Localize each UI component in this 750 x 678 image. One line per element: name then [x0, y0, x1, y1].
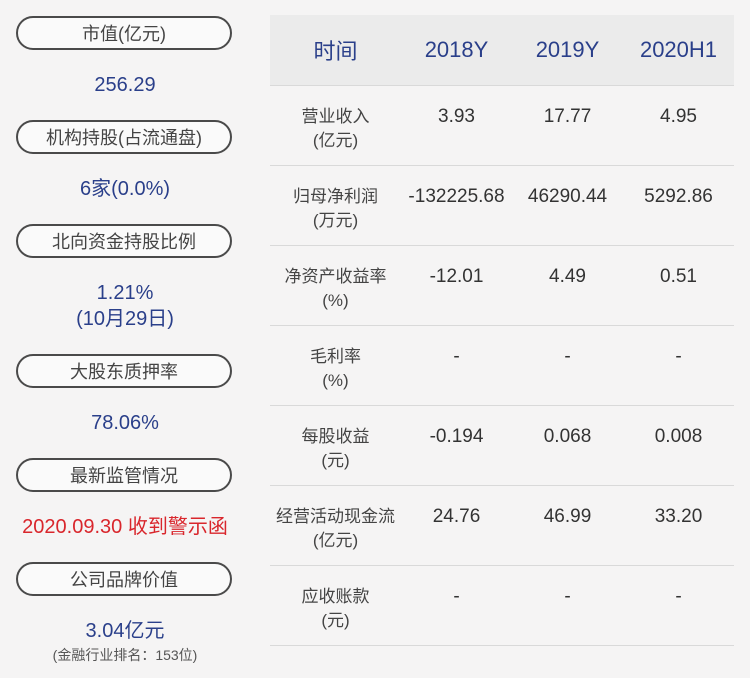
cell-2020h1: 5292.86 [644, 186, 713, 207]
row-label: 净资产收益率 (%) [284, 267, 387, 310]
cell-2019: - [564, 346, 571, 367]
brand-value-label: 公司品牌价值 [16, 562, 232, 596]
cell-2020h1: - [675, 586, 682, 607]
table-row: 归母净利润 (万元) -132225.68 46290.44 5292.86 [270, 166, 734, 246]
table-row: 应收账款 (元) - - - [270, 566, 734, 646]
header-2019: 2019Y [535, 37, 600, 62]
cell-2019: 46290.44 [527, 186, 608, 207]
cell-2018: -132225.68 [408, 186, 505, 207]
market-cap-label: 市值(亿元) [16, 16, 232, 50]
cell-2020h1: 0.51 [660, 266, 697, 287]
table-row: 经营活动现金流 (亿元) 24.76 46.99 33.20 [270, 486, 734, 566]
northbound-ratio-label: 北向资金持股比例 [16, 224, 232, 258]
pledge-rate-label: 大股东质押率 [16, 354, 232, 388]
cell-2019: 17.77 [543, 106, 592, 127]
table-row: 毛利率 (%) - - - [270, 326, 734, 406]
cell-2020h1: - [675, 346, 682, 367]
cell-2019: - [564, 586, 571, 607]
cell-2019: 4.49 [549, 266, 586, 287]
cell-2019: 46.99 [543, 506, 592, 527]
pledge-rate-value: 78.06% [91, 412, 159, 434]
cell-2018: -0.194 [429, 426, 484, 447]
stock-summary-panel: 市值(亿元) 256.29 机构持股(占流通盘) 6家(0.0%) 北向资金持股… [0, 0, 250, 678]
cell-2018: 24.76 [432, 506, 481, 527]
cell-2020h1: 4.95 [660, 106, 697, 127]
cell-2018: - [453, 346, 460, 367]
northbound-ratio-value: 1.21% [96, 282, 154, 304]
cell-2018: 3.93 [438, 106, 475, 127]
financial-table: 时间 2018Y 2019Y 2020H1 营业收入 (亿元) 3.93 17.7… [270, 15, 734, 646]
institution-holding-label: 机构持股(占流通盘) [16, 120, 232, 154]
market-cap-value: 256.29 [94, 74, 156, 96]
brand-value-value: 3.04亿元 [85, 620, 165, 642]
northbound-ratio-date: (10月29日) [76, 308, 174, 330]
row-label: 每股收益 (元) [301, 427, 370, 470]
row-label: 营业收入 (亿元) [301, 107, 370, 150]
brand-rank-note: (金融行业排名：153位) [52, 647, 198, 663]
regulatory-status-label: 最新监管情况 [16, 458, 232, 492]
header-2020h1: 2020H1 [639, 37, 718, 62]
row-label: 应收账款 (元) [301, 587, 370, 630]
cell-2020h1: 33.20 [654, 506, 703, 527]
header-time: 时间 [313, 39, 358, 64]
table-row: 每股收益 (元) -0.194 0.068 0.008 [270, 406, 734, 486]
row-label: 经营活动现金流 (亿元) [276, 507, 395, 550]
cell-2018: -12.01 [429, 266, 484, 287]
row-label: 毛利率 (%) [310, 347, 361, 390]
table-row: 净资产收益率 (%) -12.01 4.49 0.51 [270, 246, 734, 326]
row-label: 归母净利润 (万元) [293, 187, 378, 230]
table-header: 时间 2018Y 2019Y 2020H1 [270, 15, 734, 86]
cell-2019: 0.068 [543, 426, 592, 447]
cell-2020h1: 0.008 [654, 426, 703, 447]
header-2018: 2018Y [424, 37, 489, 62]
table-row: 营业收入 (亿元) 3.93 17.77 4.95 [270, 86, 734, 166]
institution-holding-value: 6家(0.0%) [79, 178, 171, 200]
regulatory-status-value: 2020.09.30 收到警示函 [22, 516, 228, 538]
cell-2018: - [453, 586, 460, 607]
